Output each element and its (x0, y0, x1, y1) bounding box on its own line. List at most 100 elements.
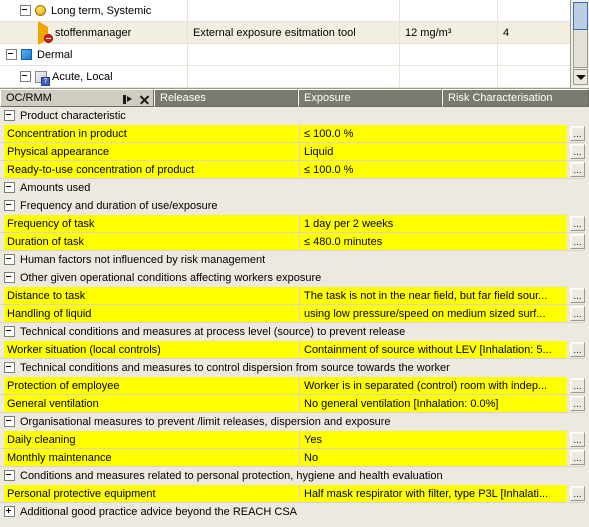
property-label[interactable]: Monthly maintenance (4, 449, 300, 466)
property-value[interactable]: Worker is in separated (control) room wi… (300, 377, 567, 394)
tree-row-rcr-cell[interactable] (498, 66, 570, 87)
property-group-header[interactable]: Other given operational conditions affec… (0, 269, 589, 287)
property-value[interactable]: No general ventilation [Inhalation: 0.0%… (300, 395, 567, 412)
tree-row-method-cell[interactable] (188, 44, 400, 65)
property-value[interactable]: ≤ 100.0 % (300, 125, 567, 142)
tree-row-name-cell[interactable]: Long term, Systemic (0, 0, 188, 21)
collapse-icon[interactable] (4, 470, 15, 481)
tree-row-method-cell[interactable] (188, 66, 400, 87)
property-row[interactable]: Monthly maintenance No... (0, 449, 589, 467)
collapse-icon[interactable] (4, 254, 15, 265)
tree-row-value-cell[interactable] (400, 66, 498, 87)
property-value[interactable]: 1 day per 2 weeks (300, 215, 567, 232)
property-label[interactable]: General ventilation (4, 395, 300, 412)
property-group-header[interactable]: Amounts used (0, 179, 589, 197)
property-group-header[interactable]: Frequency and duration of use/exposure (0, 197, 589, 215)
property-ellipsis-button[interactable]: ... (570, 162, 585, 177)
collapse-icon[interactable] (4, 362, 15, 373)
collapse-icon[interactable] (4, 110, 15, 121)
property-value[interactable]: No (300, 449, 567, 466)
property-ellipsis-button[interactable]: ... (570, 144, 585, 159)
collapse-icon[interactable] (6, 49, 17, 60)
property-ellipsis-button[interactable]: ... (570, 378, 585, 393)
tree-row-name-cell[interactable]: stoffenmanager (0, 20, 188, 45)
collapse-icon[interactable] (20, 71, 31, 82)
property-ellipsis-button[interactable]: ... (570, 486, 585, 501)
property-value[interactable]: Half mask respirator with filter, type P… (300, 485, 567, 502)
collapse-icon[interactable] (20, 5, 31, 16)
property-group-header[interactable]: Human factors not influenced by risk man… (0, 251, 589, 269)
tree-row-value-cell[interactable] (400, 44, 498, 65)
property-row[interactable]: Personal protective equipment Half mask r… (0, 485, 589, 503)
property-group-header[interactable]: Technical conditions and measures to con… (0, 359, 589, 377)
tree-row[interactable]: stoffenmanager External exposure esitmati… (0, 20, 570, 45)
property-label[interactable]: Personal protective equipment (4, 485, 300, 502)
property-ellipsis-button[interactable]: ... (570, 126, 585, 141)
tree-row-method-cell[interactable] (188, 0, 400, 21)
property-row[interactable]: Duration of task ≤ 480.0 minutes... (0, 233, 589, 251)
tree-row[interactable]: Dermal (0, 44, 570, 66)
scrollbar-thumb[interactable] (573, 2, 588, 30)
property-value[interactable]: Liquid (300, 143, 567, 160)
auto-hide-pin-icon[interactable] (123, 94, 133, 104)
property-value[interactable]: ≤ 480.0 minutes (300, 233, 567, 250)
oc-rmm-property-grid[interactable]: Product characteristic Concentration in p… (0, 107, 589, 527)
property-row[interactable]: Worker situation (local controls) Contain… (0, 341, 589, 359)
property-row[interactable]: Ready-to-use concentration of product ≤ 1… (0, 161, 589, 179)
property-label[interactable]: Protection of employee (4, 377, 300, 394)
tree-row-value-cell[interactable]: 12 mg/m³ (400, 22, 498, 43)
property-row[interactable]: Concentration in product ≤ 100.0 %... (0, 125, 589, 143)
tree-row[interactable]: Long term, Systemic (0, 0, 570, 22)
tab-oc-rmm[interactable]: OC/RMM (0, 89, 154, 107)
property-label[interactable]: Handling of liquid (4, 305, 300, 322)
property-row[interactable]: Daily cleaning Yes... (0, 431, 589, 449)
property-group-header[interactable]: Conditions and measures related to perso… (0, 467, 589, 485)
property-group-header[interactable]: Organisational measures to prevent /limi… (0, 413, 589, 431)
property-group-header[interactable]: Product characteristic (0, 107, 589, 125)
property-label[interactable]: Duration of task (4, 233, 300, 250)
property-ellipsis-button[interactable]: ... (570, 216, 585, 231)
property-row[interactable]: Frequency of task 1 day per 2 weeks... (0, 215, 589, 233)
tab-releases[interactable]: Releases (154, 89, 298, 107)
property-value[interactable]: using low pressure/speed on medium sized… (300, 305, 567, 322)
property-group-header[interactable]: Additional good practice advice beyond t… (0, 503, 589, 521)
property-label[interactable]: Concentration in product (4, 125, 300, 142)
property-value[interactable]: ≤ 100.0 % (300, 161, 567, 178)
property-ellipsis-button[interactable]: ... (570, 396, 585, 411)
tab-exposure[interactable]: Exposure (298, 89, 442, 107)
property-label[interactable]: Distance to task (4, 287, 300, 304)
collapse-icon[interactable] (4, 200, 15, 211)
close-icon[interactable] (140, 95, 149, 104)
property-label[interactable]: Daily cleaning (4, 431, 300, 448)
tree-row-rcr-cell[interactable] (498, 0, 570, 21)
property-label[interactable]: Worker situation (local controls) (4, 341, 300, 358)
property-ellipsis-button[interactable]: ... (570, 306, 585, 321)
property-ellipsis-button[interactable]: ... (570, 234, 585, 249)
tree-row-rcr-cell[interactable] (498, 44, 570, 65)
property-value[interactable]: Yes (300, 431, 567, 448)
property-row[interactable]: Physical appearance Liquid... (0, 143, 589, 161)
tree-row-name-cell[interactable]: ? Acute, Local (0, 66, 188, 87)
property-group-header[interactable]: Technical conditions and measures at pro… (0, 323, 589, 341)
property-ellipsis-button[interactable]: ... (570, 450, 585, 465)
tree-vertical-scrollbar[interactable] (570, 0, 589, 88)
tab-risk-characterisation[interactable]: Risk Characterisation (442, 89, 589, 107)
property-row[interactable]: General ventilation No general ventilatio… (0, 395, 589, 413)
property-ellipsis-button[interactable]: ... (570, 288, 585, 303)
tree-row-method-cell[interactable]: External exposure esitmation tool (188, 22, 400, 43)
property-row[interactable]: Distance to task The task is not in the n… (0, 287, 589, 305)
tree-row-name-cell[interactable]: Dermal (0, 44, 188, 65)
property-row[interactable]: Protection of employee Worker is in separ… (0, 377, 589, 395)
property-label[interactable]: Ready-to-use concentration of product (4, 161, 300, 178)
collapse-icon[interactable] (4, 272, 15, 283)
collapse-icon[interactable] (4, 182, 15, 193)
property-row[interactable]: Handling of liquid using low pressure/spe… (0, 305, 589, 323)
property-label[interactable]: Frequency of task (4, 215, 300, 232)
scroll-down-arrow-icon[interactable] (573, 69, 588, 85)
property-value[interactable]: Containment of source without LEV [Inhal… (300, 341, 567, 358)
expand-icon[interactable] (4, 506, 15, 517)
collapse-icon[interactable] (4, 326, 15, 337)
collapse-icon[interactable] (4, 416, 15, 427)
property-value[interactable]: The task is not in the near field, but f… (300, 287, 567, 304)
tree-row[interactable]: ? Acute, Local (0, 66, 570, 88)
